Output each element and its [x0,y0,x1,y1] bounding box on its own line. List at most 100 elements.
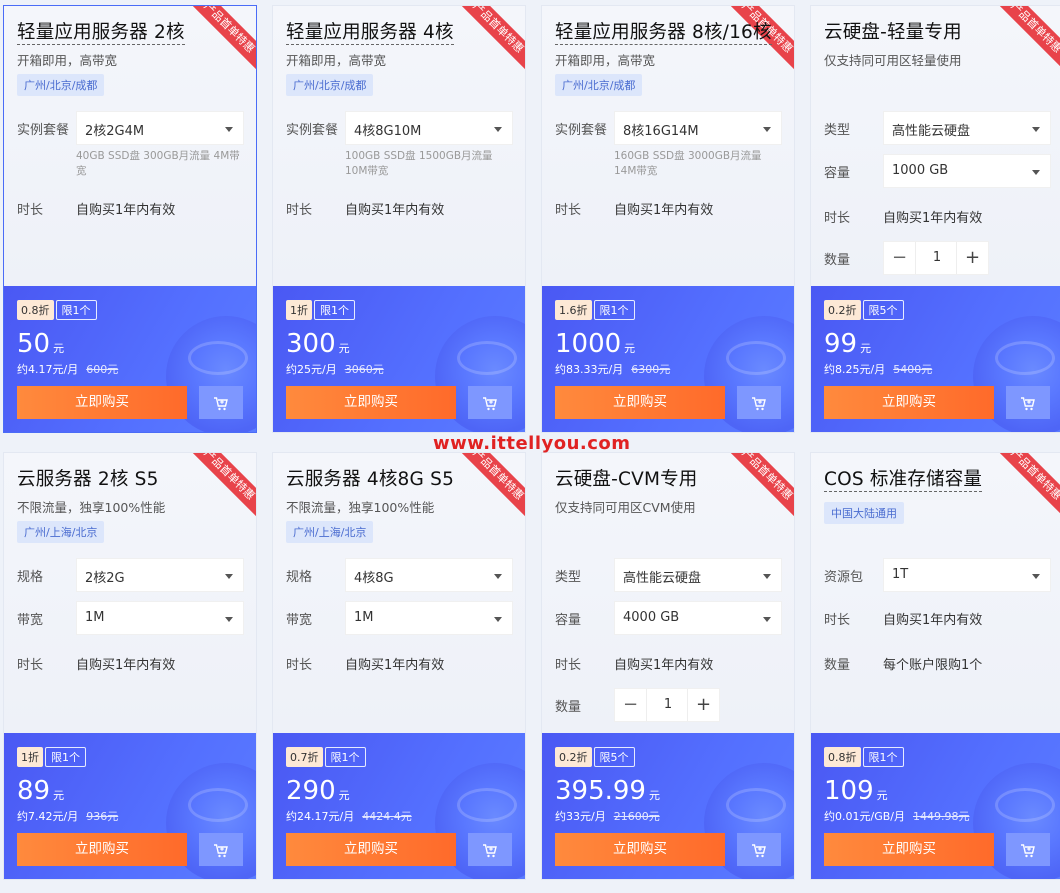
quantity-value[interactable]: 1 [916,242,958,274]
config-select[interactable]: 高性能云硬盘 [883,111,1051,145]
card-subtitle: 不限流量，独享100%性能 [17,500,166,515]
config-label: 时长 [555,658,582,673]
region-tag: 广州/上海/北京 [286,521,374,543]
plus-button[interactable]: + [687,689,719,721]
discount-badge: 0.8折 [17,300,54,320]
card-title[interactable]: 云硬盘-CVM专用 [555,468,698,491]
buy-now-button[interactable]: 立即购买 [555,386,725,419]
config-row: 规格 2核2G [17,558,247,592]
config-label: 规格 [286,570,313,585]
price-value: 109 [824,776,874,806]
card-title[interactable]: 云服务器 2核 S5 [17,468,159,491]
add-to-cart-button[interactable] [468,386,512,419]
config-select[interactable]: 1T [883,558,1051,592]
select-value: 高性能云硬盘 [623,571,702,586]
quantity-stepper[interactable]: −1 + [883,241,989,275]
config-value: 自购买1年内有效 [345,203,445,218]
package-note: 40GB SSD盘 300GB月流量 4M带宽 [76,150,240,177]
original-price: 936元 [86,810,119,823]
product-card: 产品首单特惠 云服务器 4核8G S5 不限流量，独享100%性能 广州/上海/北京规… [272,452,526,880]
config-select[interactable]: 4核8G [345,558,513,592]
config-row: 容量 4000 GB [555,601,785,635]
config-row: 容量 1000 GB [824,154,1054,188]
config-select[interactable]: 4000 GB [614,601,782,635]
add-to-cart-button[interactable] [468,833,512,866]
package-note: 100GB SSD盘 1500GB月流量 10M带宽 [345,150,493,177]
card-subtitle: 开箱即用，高带宽 [17,53,118,68]
price: 89 元 [17,776,64,806]
card-title[interactable]: COS 标准存储容量 [824,468,983,492]
price-unit: 元 [624,342,636,355]
config-select[interactable]: 2核2G [76,558,244,592]
config-value: 自购买1年内有效 [614,658,714,673]
buy-now-button[interactable]: 立即购买 [286,833,456,866]
config-select[interactable]: 1000 GB [883,154,1051,188]
quantity-value[interactable]: 1 [647,689,689,721]
cart-icon [483,843,497,857]
config-select[interactable]: 1M [345,601,513,635]
chevron-down-icon [763,574,771,579]
disk-ring-decoration [726,788,786,822]
card-title[interactable]: 云服务器 4核8G S5 [286,468,454,491]
select-value: 2核2G4M [85,124,145,139]
buy-now-button[interactable]: 立即购买 [824,833,994,866]
config-select[interactable]: 4核8G10M [345,111,513,145]
config-label: 数量 [824,658,851,673]
config-select[interactable]: 1M [76,601,244,635]
buy-now-button[interactable]: 立即购买 [17,386,187,419]
config-select[interactable]: 8核16G14M [614,111,782,145]
price-panel: 0.2折 限5个 99 元约8.25元/月 5400元 立即购买 [811,286,1060,432]
buy-now-button[interactable]: 立即购买 [824,386,994,419]
add-to-cart-button[interactable] [737,833,781,866]
plus-button[interactable]: + [956,242,988,274]
card-title[interactable]: 轻量应用服务器 4核 [286,21,454,45]
select-value: 8核16G14M [623,124,699,139]
config-label: 时长 [17,203,44,218]
region-tag: 中国大陆通用 [824,502,904,524]
add-to-cart-button[interactable] [1006,386,1050,419]
add-to-cart-button[interactable] [737,386,781,419]
chevron-down-icon [494,617,502,622]
card-title[interactable]: 云硬盘-轻量专用 [824,21,962,44]
config-select[interactable]: 2核2G4M [76,111,244,145]
buy-now-button[interactable]: 立即购买 [555,833,725,866]
price-detail: 约33元/月 21600元 [555,808,660,824]
price: 99 元 [824,329,871,359]
config-label: 时长 [286,203,313,218]
monthly-price: 约8.25元/月 [824,363,886,376]
cart-icon [214,396,228,410]
region-tag: 广州/北京/成都 [555,74,643,96]
minus-button[interactable]: − [615,689,647,721]
cart-icon [752,396,766,410]
price-value: 99 [824,329,858,359]
add-to-cart-button[interactable] [199,833,243,866]
chevron-down-icon [225,127,233,132]
minus-button[interactable]: − [884,242,916,274]
badge-group: 1折 限1个 [286,299,355,320]
config-label: 数量 [824,253,851,268]
original-price: 600元 [86,363,119,376]
card-subtitle: 不限流量，独享100%性能 [286,500,435,515]
config-row: 实例套餐 2核2G4M [17,111,247,145]
price-panel: 0.8折 限1个 109 元约0.01元/GB/月 1449.98元 立即购买 [811,733,1060,879]
config-label: 类型 [824,123,851,138]
limit-badge: 限1个 [55,300,97,320]
card-title[interactable]: 轻量应用服务器 2核 [17,21,185,45]
config-row: 时长 自购买1年内有效 [555,646,785,680]
chevron-down-icon [1032,574,1040,579]
config-row: 实例套餐 8核16G14M [555,111,785,145]
config-label: 容量 [824,166,851,181]
add-to-cart-button[interactable] [199,386,243,419]
quantity-stepper[interactable]: −1 + [614,688,720,722]
card-title[interactable]: 轻量应用服务器 8核/16核 [555,21,772,45]
buy-now-button[interactable]: 立即购买 [286,386,456,419]
buy-now-button[interactable]: 立即购买 [17,833,187,866]
config-row: 数量 每个账户限购1个 [824,646,1054,680]
product-card: 产品首单特惠 COS 标准存储容量 中国大陆通用 资源包 1T 时长 自购买1年内有效 数量每… [810,452,1060,880]
card-subtitle: 仅支持同可用区轻量使用 [824,53,962,68]
price-detail: 约0.01元/GB/月 1449.98元 [824,808,969,824]
price-detail: 约7.42元/月 936元 [17,808,118,824]
config-value: 每个账户限购1个 [883,658,983,673]
config-select[interactable]: 高性能云硬盘 [614,558,782,592]
add-to-cart-button[interactable] [1006,833,1050,866]
